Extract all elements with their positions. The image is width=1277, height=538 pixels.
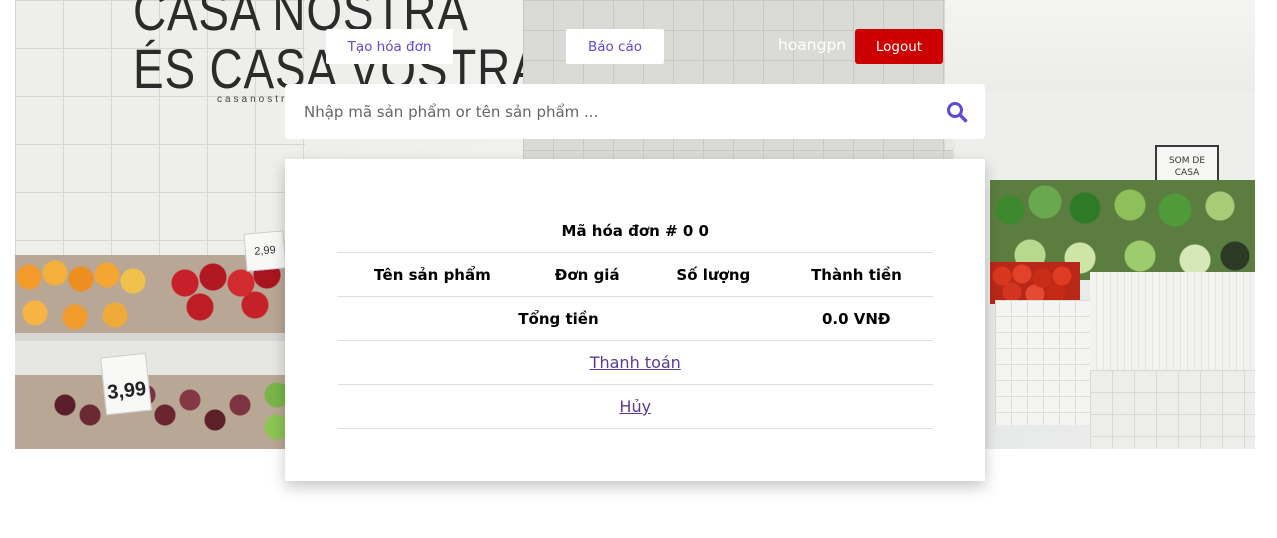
report-button[interactable]: Báo cáo (566, 29, 664, 64)
invoice-card: Mã hóa đơn # 0 0 Tên sản phẩm Đơn giá Số… (285, 159, 985, 481)
fruit-stand (15, 255, 290, 449)
cancel-link[interactable]: Hủy (619, 397, 651, 416)
tomato-display (990, 262, 1080, 304)
product-search-input[interactable] (285, 83, 929, 140)
tiled-counter (995, 300, 1090, 425)
product-search-bar (285, 83, 985, 140)
floor (1090, 370, 1255, 449)
search-icon (947, 101, 968, 122)
search-button[interactable] (929, 84, 985, 139)
total-label: Tổng tiền (337, 296, 780, 341)
invoice-title-row: Mã hóa đơn # 0 0 (337, 209, 933, 253)
invoice-table: Mã hóa đơn # 0 0 Tên sản phẩm Đơn giá Số… (337, 209, 933, 429)
column-product-name: Tên sản phẩm (337, 252, 528, 297)
pay-link[interactable]: Thanh toán (590, 353, 681, 372)
invoice-header-row: Tên sản phẩm Đơn giá Số lượng Thành tiền (337, 252, 933, 297)
total-value: 0.0 VNĐ (779, 296, 933, 341)
price-tag-small: 2,99 (243, 230, 287, 272)
column-subtotal: Thành tiền (778, 252, 933, 297)
invoice-id-title: Mã hóa đơn # 0 0 (337, 209, 933, 253)
username-label: hoangpn (778, 36, 847, 54)
logout-button[interactable]: Logout (855, 29, 943, 64)
column-unit-price: Đơn giá (526, 252, 648, 297)
price-tag: 3,99 (100, 352, 152, 416)
create-invoice-button[interactable]: Tạo hóa đơn (326, 29, 453, 64)
invoice-pay-row: Thanh toán (337, 340, 933, 385)
invoice-cancel-row: Hủy (337, 384, 933, 429)
display-counter (1090, 272, 1255, 372)
column-quantity: Số lượng (646, 252, 780, 297)
invoice-total-row: Tổng tiền 0.0 VNĐ (337, 296, 933, 341)
